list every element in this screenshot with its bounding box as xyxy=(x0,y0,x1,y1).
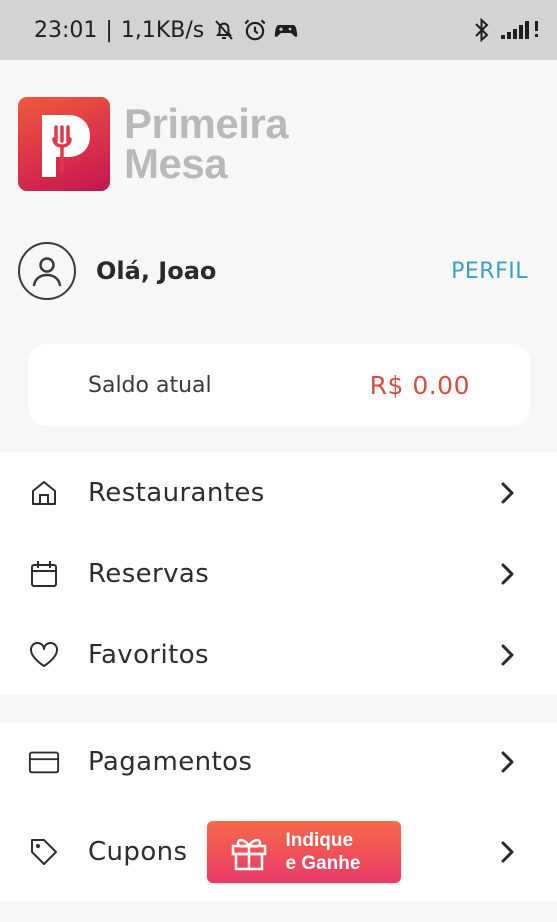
tag-icon xyxy=(28,836,60,868)
status-right xyxy=(473,17,543,43)
secondary-menu: Pagamentos Cupons Indique e Ganhe xyxy=(0,722,557,902)
brand-name: Primeira Mesa xyxy=(124,100,289,187)
menu-label: Restaurantes xyxy=(88,477,265,508)
p-fork-logo xyxy=(18,97,110,191)
home-icon xyxy=(28,477,60,509)
gift-icon xyxy=(232,838,267,871)
balance-label: Saldo atual xyxy=(88,372,212,398)
chevron-right-icon xyxy=(501,841,514,863)
brand-name-line1: Primeira xyxy=(124,100,289,147)
alarm-icon xyxy=(244,19,266,41)
menu-item-cupons[interactable]: Cupons Indique e Ganhe xyxy=(0,802,557,902)
menu-label: Pagamentos xyxy=(88,747,253,777)
calendar-icon xyxy=(28,558,60,590)
chevron-right-icon xyxy=(501,563,514,584)
promo-line2: e Ganhe xyxy=(285,853,361,874)
status-bar: 23:01 | 1,1KB/s xyxy=(0,0,557,60)
user-icon xyxy=(32,257,62,287)
menu-item-favoritos[interactable]: Favoritos xyxy=(0,614,557,695)
status-time: 23:01 xyxy=(34,17,98,43)
chevron-right-icon xyxy=(501,644,514,665)
mute-bell-icon xyxy=(215,20,233,40)
greeting-text: Olá, Joao xyxy=(96,257,217,285)
menu-item-pagamentos[interactable]: Pagamentos xyxy=(0,722,557,802)
status-separator: | xyxy=(105,17,113,43)
main-menu: Restaurantes Reservas Favoritos xyxy=(0,452,557,695)
chevron-right-icon xyxy=(501,482,514,503)
heart-icon xyxy=(28,639,60,671)
menu-label: Cupons xyxy=(88,837,188,867)
logo-glyph-icon xyxy=(42,115,90,177)
balance-value: R$ 0.00 xyxy=(369,370,470,400)
avatar[interactable] xyxy=(18,242,76,300)
promo-line1: Indique xyxy=(285,830,354,851)
bluetooth-icon xyxy=(475,17,489,43)
signal-icon xyxy=(501,21,538,39)
indique-e-ganhe-button[interactable]: Indique e Ganhe xyxy=(207,821,402,883)
card-icon xyxy=(28,746,60,778)
status-network-speed: 1,1KB/s xyxy=(120,17,205,43)
menu-item-reservas[interactable]: Reservas xyxy=(0,533,557,614)
game-icon xyxy=(274,25,298,37)
brand-name-line2: Mesa xyxy=(124,140,228,187)
menu-item-restaurantes[interactable]: Restaurantes xyxy=(0,452,557,533)
profile-link[interactable]: PERFIL xyxy=(451,259,528,284)
balance-card: Saldo atual R$ 0.00 xyxy=(28,344,530,426)
menu-label: Favoritos xyxy=(88,639,209,670)
user-greeting-row: Olá, Joao PERFIL xyxy=(18,242,528,300)
promo-text: Indique e Ganhe xyxy=(285,829,360,875)
chevron-right-icon xyxy=(501,751,514,773)
brand-logo: Primeira Mesa xyxy=(18,96,338,192)
menu-label: Reservas xyxy=(88,558,210,589)
status-left: 23:01 | 1,1KB/s xyxy=(34,17,298,43)
